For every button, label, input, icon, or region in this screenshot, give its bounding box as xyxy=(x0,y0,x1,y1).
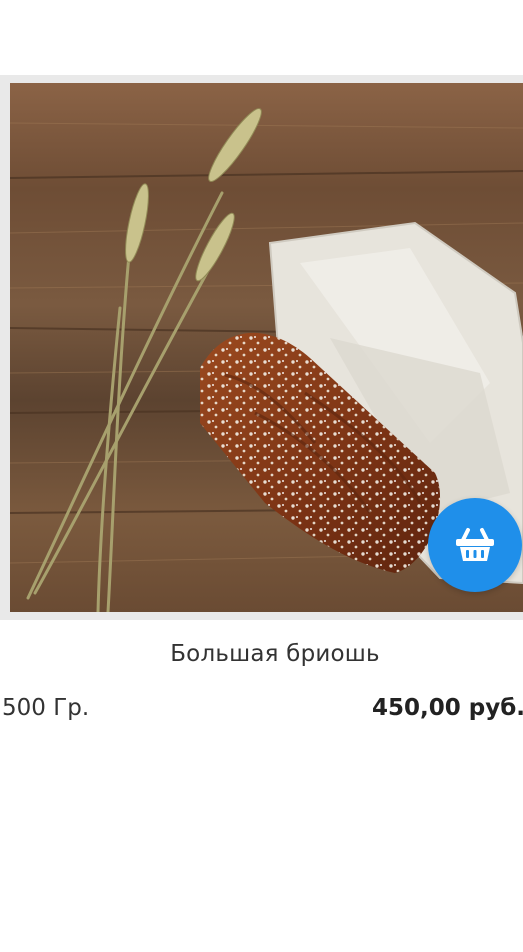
add-to-cart-button[interactable] xyxy=(428,498,522,592)
shopping-basket-icon xyxy=(456,528,494,561)
product-title[interactable]: Большая бриошь xyxy=(0,641,523,667)
page: Большая бриошь 500 Гр. 450,00 руб. xyxy=(0,0,523,952)
product-price: 450,00 руб. xyxy=(372,695,523,721)
product-card: Большая бриошь 500 Гр. 450,00 руб. xyxy=(0,75,523,735)
product-weight: 500 Гр. xyxy=(2,695,90,721)
